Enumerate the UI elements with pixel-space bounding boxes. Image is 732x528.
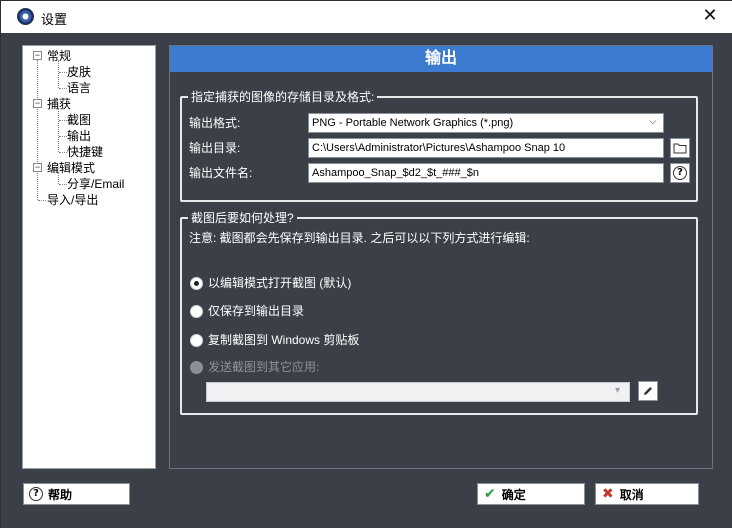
post-capture-group: 截图后要如何处理? 注意: 截图都会先保存到输出目录. 之后可以以下列方式进行编… [180,210,698,415]
nav-item-output[interactable]: 输出 [67,128,91,144]
chevron-down-icon: ⌵ [649,116,657,127]
tree-connector [37,60,38,200]
window-title: 设置 [41,12,68,27]
check-icon: ✔ [484,486,496,502]
option-save-only[interactable]: 仅保存到输出目录 [190,303,304,319]
title-bar: 设置 ✕ [1,1,732,33]
app-logo-icon [17,8,34,25]
filename-field[interactable]: Ashampoo_Snap_$d2_$t_###_$n [308,163,664,183]
tree-connector [59,152,67,153]
nav-item-general[interactable]: 常规 [47,48,71,64]
filename-label: 输出文件名: [189,166,253,180]
collapse-toggle-icon[interactable]: − [33,99,42,108]
pencil-icon [644,387,652,395]
group-legend: 截图后要如何处理? [188,210,297,226]
tree-connector [58,108,59,152]
option-send-to-app: 发送截图到其它应用: [190,359,319,375]
filename-help-button[interactable]: ? [670,163,690,183]
tree-connector [58,60,59,88]
close-button[interactable]: ✕ [701,7,719,25]
edit-app-button[interactable] [638,381,658,401]
page-title: 输出 [170,46,712,72]
output-location-group: 指定捕获的图像的存储目录及格式: 输出格式: PNG - Portable Ne… [180,89,698,202]
tree-connector [59,136,67,137]
option-label: 以编辑模式打开截图 (默认) [208,276,352,290]
nav-item-capture[interactable]: 捕获 [47,96,71,112]
collapse-toggle-icon[interactable]: − [33,51,42,60]
nav-item-skin[interactable]: 皮肤 [67,64,91,80]
radio-button[interactable] [190,276,203,290]
output-dir-label: 输出目录: [189,141,241,155]
settings-nav-tree: − 常规 皮肤 语言 − 捕获 截图 输出 快捷键 − 编辑模式 分享/Emai… [22,45,156,469]
ok-button-label: 确定 [501,487,526,502]
option-open-editor[interactable]: 以编辑模式打开截图 (默认) [190,275,351,291]
nav-item-hotkeys[interactable]: 快捷键 [67,144,103,160]
radio-button [190,360,203,374]
nav-item-language[interactable]: 语言 [67,80,91,96]
post-capture-note: 注意: 截图都会先保存到输出目录. 之后可以以下列方式进行编辑: [189,231,530,245]
chevron-down-icon: ▾ [615,385,621,396]
tree-connector [59,120,67,121]
radio-button[interactable] [190,304,203,318]
output-settings-panel: 输出 指定捕获的图像的存储目录及格式: 输出格式: PNG - Portable… [169,45,713,469]
browse-folder-button[interactable] [670,138,690,158]
tree-connector [59,184,67,185]
group-legend: 指定捕获的图像的存储目录及格式: [188,89,378,105]
option-label: 发送截图到其它应用: [208,360,320,374]
tree-connector [59,88,67,89]
format-label: 输出格式: [189,116,241,130]
cancel-button[interactable]: ✖ 取消 [595,483,699,505]
nav-item-share-email[interactable]: 分享/Email [67,176,124,192]
settings-window: 设置 ✕ − 常规 皮肤 语言 − 捕获 截图 输出 快捷键 − 编辑模式 分享… [0,0,732,528]
format-select-value: PNG - Portable Network Graphics (*.png) [312,117,514,129]
option-label: 仅保存到输出目录 [208,304,305,318]
output-dir-field[interactable]: C:\Users\Administrator\Pictures\Ashampoo… [308,138,664,158]
nav-item-import-export[interactable]: 导入/导出 [47,192,98,208]
nav-item-screenshot[interactable]: 截图 [67,112,91,128]
option-label: 复制截图到 Windows 剪贴板 [208,333,360,347]
help-button[interactable]: ? 帮助 [23,483,130,505]
question-icon: ? [29,487,43,501]
dialog-body: − 常规 皮肤 语言 − 捕获 截图 输出 快捷键 − 编辑模式 分享/Emai… [1,33,732,528]
question-icon: ? [673,166,687,180]
app-select: ▾ [206,382,630,402]
format-select[interactable]: PNG - Portable Network Graphics (*.png) … [308,113,664,133]
radio-button[interactable] [190,333,203,347]
x-icon: ✖ [602,486,614,502]
tree-connector [59,72,67,73]
tree-connector [38,200,46,201]
folder-icon [673,143,687,154]
option-copy-clipboard[interactable]: 复制截图到 Windows 剪贴板 [190,332,359,348]
ok-button[interactable]: ✔ 确定 [477,483,585,505]
cancel-button-label: 取消 [619,487,644,502]
help-button-label: 帮助 [48,487,73,502]
collapse-toggle-icon[interactable]: − [33,163,42,172]
nav-item-edit-mode[interactable]: 编辑模式 [47,160,95,176]
